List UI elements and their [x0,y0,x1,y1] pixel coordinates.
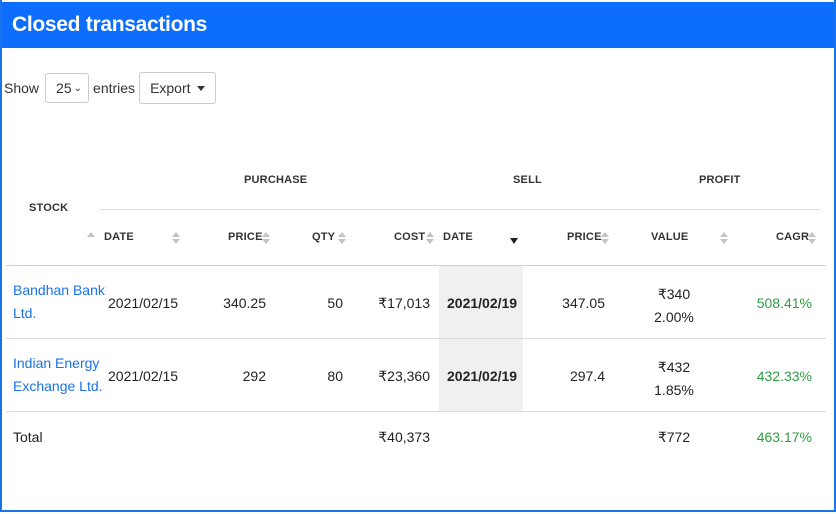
purchase-date: 2021/02/15 [108,368,179,384]
profit-value: ₹432 1.85% [640,356,708,402]
column-header-sell-date[interactable]: DATE [443,231,473,243]
column-header-purchase-date[interactable]: DATE [104,231,134,243]
total-label: Total [13,429,43,445]
column-header-cagr[interactable]: CAGR [776,231,809,243]
sort-icon [262,232,270,244]
show-label: Show [4,80,40,96]
stock-link[interactable]: Indian Energy Exchange Ltd. [13,352,103,398]
column-header-purchase-price[interactable]: PRICE [228,231,263,243]
column-header-sell-price[interactable]: PRICE [567,231,602,243]
stock-name-line: Indian Energy [13,355,100,371]
header-divider [6,265,826,266]
stock-name-line: Bandhan Bank [13,282,105,298]
purchase-price: 340.25 [223,295,266,311]
profit-percent: 2.00% [654,309,694,325]
export-button[interactable]: Export [139,72,216,104]
group-divider [100,209,820,210]
sort-icon [808,232,816,244]
entries-label: entries [93,80,136,96]
sort-asc-icon [87,232,95,237]
row-divider [6,411,826,412]
profit-amount: ₹432 [657,359,691,375]
cost: ₹17,013 [378,295,430,311]
stock-name-line: Exchange Ltd. [13,378,103,394]
sell-date: 2021/02/19 [447,295,518,311]
qty: 50 [327,295,343,311]
sell-date: 2021/02/19 [447,368,518,384]
purchase-date: 2021/02/15 [108,295,179,311]
sell-price: 347.05 [562,295,605,311]
profit-percent: 1.85% [654,382,694,398]
total-value: ₹772 [657,429,691,445]
total-cost: ₹40,373 [378,429,430,445]
group-header-profit: PROFIT [699,174,741,186]
profit-value: ₹340 2.00% [640,283,708,329]
sort-icon [720,232,728,244]
stock-link[interactable]: Bandhan Bank Ltd. [13,279,105,325]
sort-desc-icon [510,238,518,244]
stock-name-line: Ltd. [13,305,37,321]
sort-icon [426,232,434,244]
column-header-cost[interactable]: COST [394,231,425,243]
caret-down-icon [196,85,205,91]
column-header-value[interactable]: VALUE [651,231,688,243]
panel-header: Closed transactions [2,2,834,48]
cagr: 432.33% [756,368,812,384]
total-cagr: 463.17% [756,429,812,445]
sort-icon [172,232,180,244]
group-header-purchase: PURCHASE [244,174,308,186]
profit-amount: ₹340 [657,286,691,302]
group-header-sell: SELL [513,174,542,186]
cost: ₹23,360 [378,368,430,384]
cagr: 508.41% [756,295,812,311]
entries-select[interactable]: 25 ⌄ [45,73,90,103]
sell-price: 297.4 [569,368,605,384]
sort-icon [601,232,609,244]
entries-value: 25 [56,80,72,96]
column-header-qty[interactable]: QTY [312,231,335,243]
export-label: Export [150,80,191,96]
table-controls: Show 25 ⌄ entries Export [4,72,216,104]
qty: 80 [327,368,343,384]
purchase-price: 292 [242,368,266,384]
chevron-down-icon: ⌄ [73,82,83,94]
panel-title: Closed transactions [12,13,208,36]
sort-icon [338,232,346,244]
row-divider [6,338,826,339]
column-header-stock[interactable]: STOCK [29,202,68,214]
